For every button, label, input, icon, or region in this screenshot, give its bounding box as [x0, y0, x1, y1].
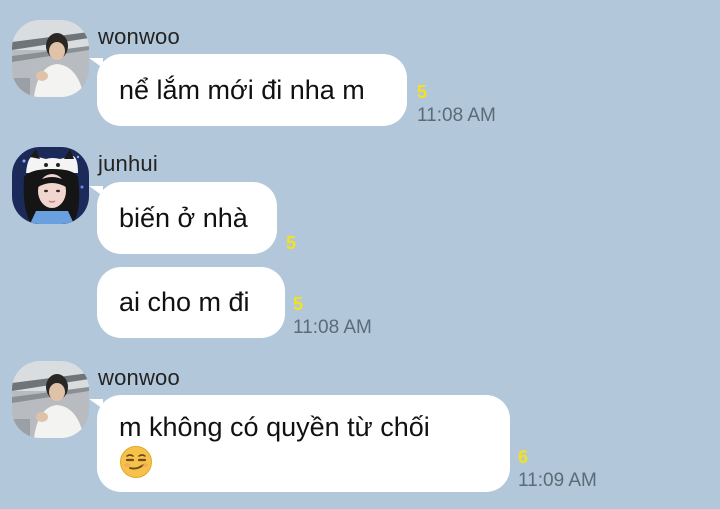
message-text: ai cho m đi	[119, 287, 250, 317]
unread-count: 5	[286, 233, 297, 253]
avatar-wonwoo[interactable]	[12, 361, 89, 438]
chat-room: wonwoo nể lắm mới đi nha m 5 11:08 AM ju…	[0, 0, 720, 509]
message-time: 11:08 AM	[417, 105, 496, 126]
message-bubble[interactable]: biến ở nhà	[89, 182, 277, 254]
message-bubble[interactable]: nể lắm mới đi nha m	[89, 54, 407, 126]
message-bubble[interactable]: ai cho m đi	[97, 267, 285, 338]
smirking-face-icon	[119, 445, 153, 488]
sender-name: wonwoo	[98, 365, 180, 390]
unread-count: 5	[293, 294, 304, 314]
message-time: 11:09 AM	[518, 470, 597, 491]
unread-count: 5	[417, 82, 428, 102]
message-bubble[interactable]: m không có quyền từ chối	[89, 395, 510, 492]
message-text: m không có quyền từ chối	[119, 412, 430, 442]
message-time: 11:08 AM	[293, 317, 372, 338]
sender-name: junhui	[98, 151, 158, 176]
avatar-junhui[interactable]	[12, 147, 89, 224]
sender-name: wonwoo	[98, 24, 180, 49]
message-text: nể lắm mới đi nha m	[119, 75, 365, 105]
avatar-wonwoo[interactable]	[12, 20, 89, 97]
message-text: biến ở nhà	[119, 203, 248, 233]
unread-count: 6	[518, 447, 529, 467]
